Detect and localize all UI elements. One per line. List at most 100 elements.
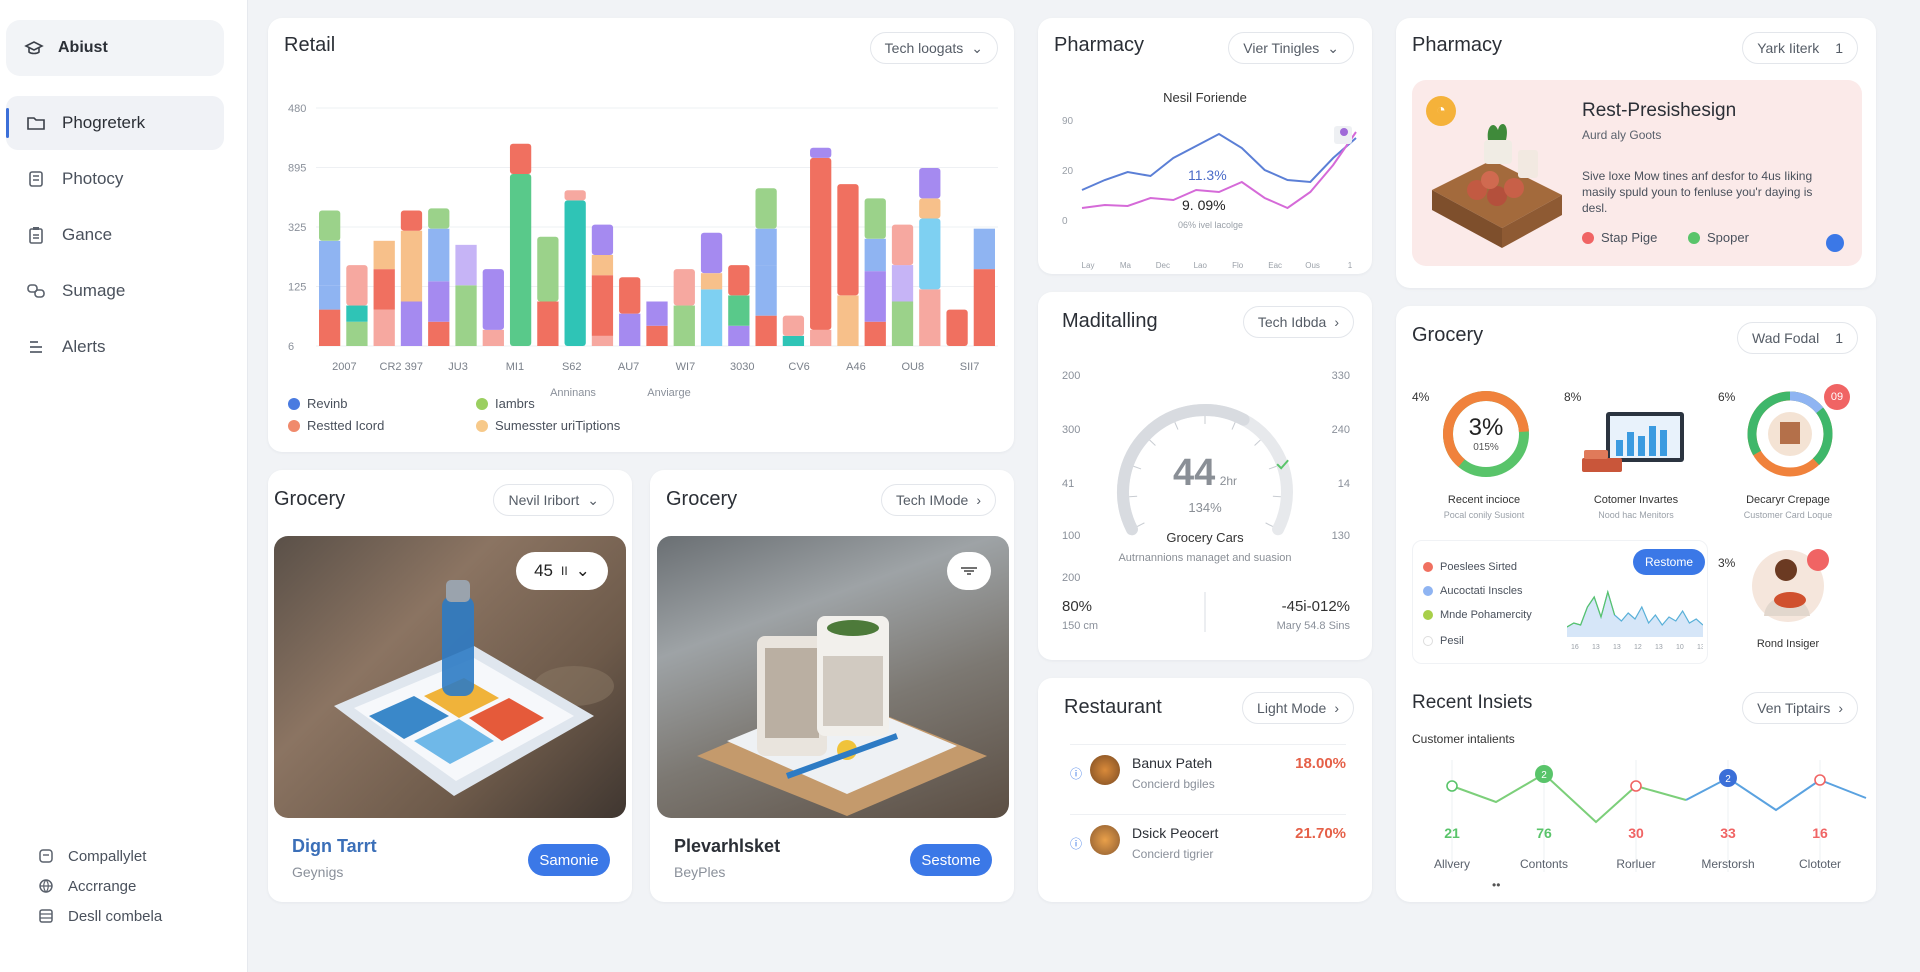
bar-segment [591, 275, 614, 336]
gauge-tick [1149, 439, 1156, 446]
portion-value: 45 [534, 561, 553, 580]
bar-segment [864, 321, 886, 346]
list-swatch [1423, 562, 1433, 572]
portion-badge[interactable]: 45 II ⌄ [516, 552, 608, 590]
insight-tile[interactable]: 8% Cotomer Invartes Nood hac Menitors [1564, 376, 1708, 532]
insight-label: Merstorsh [1701, 857, 1754, 871]
chevron-right-icon: › [1334, 314, 1339, 330]
retail-filter-dropdown[interactable]: Tech loogats ⌄ [869, 32, 998, 64]
bar-segment [591, 224, 614, 255]
gauge-value: 44 [1172, 452, 1216, 494]
monitoring-filter-button[interactable]: Tech Idbda › [1242, 306, 1354, 338]
legend-item: Restted Icord [288, 418, 384, 433]
sales-list-item[interactable]: Poeslees Sirted [1423, 561, 1517, 573]
filter-icon-button[interactable] [947, 552, 991, 590]
chart-title: Nesil Foriende [1163, 90, 1247, 105]
spark-tick: 13 [1655, 644, 1663, 651]
bar-segment [973, 269, 995, 346]
x-tick-label: SII7 [960, 361, 980, 373]
chevron-down-icon: ⌄ [971, 39, 983, 56]
pharmacy-promo-filter[interactable]: Yark Iiterk 1 [1742, 32, 1858, 64]
bar-segment [810, 147, 832, 158]
spark-tick: 13 [1592, 644, 1600, 651]
insight-tile[interactable]: 6% 09 Decaryr Crepage Customer Card Loqu… [1716, 376, 1860, 532]
bar-segment [564, 200, 586, 346]
sidebar-item-label: Gance [62, 225, 113, 244]
sales-list-item[interactable]: Aucoctati Inscles [1423, 585, 1523, 597]
gauge-sub-value: 134% [1188, 500, 1222, 515]
restome-button[interactable]: Restome [1633, 549, 1705, 575]
footer-item-compallylet[interactable]: Compallylet [36, 846, 146, 866]
bar-segment [428, 228, 450, 282]
insight-tile[interactable]: 3% Rond Insiger [1716, 540, 1860, 664]
chevron-down-icon: ⌄ [587, 491, 599, 508]
sidebar-item-alerts[interactable]: Alerts [6, 320, 224, 374]
promo-banner[interactable]: ◔ Rest-Presishesign Aurd aly Goots Sive … [1412, 80, 1862, 266]
sales-list-item[interactable]: Pesil [1423, 635, 1464, 647]
restaurant-row[interactable]: ⓘ Banux Pateh Concierd bgiles 18.00% [1070, 744, 1346, 804]
samonie-button[interactable]: Samonie [528, 844, 610, 876]
sidebar-item-sumage[interactable]: Sumage [6, 264, 224, 318]
pharmacy-chart-card: Pharmacy Vier Tinigles ⌄ Nesil Foriende … [1038, 18, 1372, 274]
sidebar-item-gance[interactable]: Gance [6, 208, 224, 262]
bar-segment [346, 265, 368, 306]
bar-segment [591, 254, 614, 276]
sidebar-item-label: Alerts [62, 337, 106, 356]
footer-item-desll-combela[interactable]: Desll combela [36, 906, 162, 926]
grocery-filter-button[interactable]: Tech IMode › [880, 484, 996, 516]
globe-icon [36, 876, 56, 896]
gauge-unit: 2hr [1219, 474, 1238, 488]
insight-value: 30 [1628, 825, 1644, 841]
bar-segment [346, 305, 368, 322]
bar-segment [728, 265, 750, 296]
tile-sub: Customer Card Loque [1743, 510, 1833, 520]
x-tick-label: Ous [1305, 261, 1320, 270]
x-tick-label: CR2 397 [380, 361, 423, 373]
x-tick-label: Eac [1268, 261, 1282, 270]
donut-center-sub: 015% [1473, 442, 1499, 453]
product-name: Plevarhlsket [674, 836, 781, 856]
spark-tick: 12 [1634, 644, 1642, 651]
sales-list-item[interactable]: Mnde Pohamercity [1423, 609, 1532, 621]
bar-segment [755, 265, 777, 316]
grocery-filter-dropdown[interactable]: Nevil Iribort ⌄ [493, 484, 614, 516]
sestome-button[interactable]: Sestome [910, 844, 992, 876]
right-tick: 240 [1331, 424, 1350, 436]
sidebar-item-phogreterk[interactable]: Phogreterk [6, 96, 224, 150]
sidebar-item-photocy[interactable]: Photocy [6, 152, 224, 206]
database-icon [36, 906, 56, 926]
grocery-filter-label: Nevil Iribort [508, 492, 580, 508]
sparkline-chart: 16 13 13 12 13 10 13 [1567, 589, 1703, 651]
donut-center-value: 3% [1468, 414, 1504, 441]
brand-name: Abiust [58, 39, 108, 56]
retail-card: Retail Tech loogats ⌄ 480 895 325 125 6 2007 C… [268, 18, 1014, 452]
left-tick: 300 [1062, 424, 1081, 436]
insight-label: Contonts [1520, 857, 1568, 871]
tile-pct: 8% [1564, 390, 1582, 404]
pharmacy-filter-dropdown[interactable]: Vier Tinigles ⌄ [1228, 32, 1354, 64]
gauge-tick [1129, 495, 1138, 498]
footer-item-accrrange[interactable]: Accrrange [36, 876, 136, 896]
legend-label: Revinb [307, 396, 348, 411]
pharmacy-filter-label: Yark Iiterk [1757, 40, 1820, 56]
promo-action-dot[interactable] [1826, 234, 1844, 252]
gauge-tick [1231, 422, 1236, 430]
bar-segment [646, 301, 668, 326]
restaurant-mode-button[interactable]: Light Mode › [1242, 692, 1354, 724]
list-swatch [1423, 586, 1433, 596]
tile-badge: 09 [1824, 384, 1850, 410]
bar-segment [564, 190, 586, 201]
list-label: Aucoctati Inscles [1440, 585, 1523, 597]
x-tick-label: 2007 [332, 361, 356, 373]
bar-segment [700, 232, 723, 274]
bar-segment [810, 157, 832, 330]
insight-tile[interactable]: 4% 3% 015% Recent incioce Pocal conily S… [1412, 376, 1556, 532]
insights-view-button[interactable]: Ven Tiptairs › [1742, 692, 1858, 724]
insight-marker-label: 2 [1541, 770, 1547, 781]
restaurant-card: Restaurant Light Mode › ⓘ Banux Pateh Co… [1038, 678, 1372, 902]
gauge-tick [1137, 522, 1145, 527]
grocery-panel-filter[interactable]: Wad Fodal 1 [1737, 322, 1858, 354]
brand[interactable]: Abiust [6, 20, 224, 76]
pager-dots[interactable]: •• [1492, 878, 1500, 892]
restaurant-row[interactable]: ⓘ Dsick Peocert Concierd tigrier 21.70% [1070, 814, 1346, 874]
